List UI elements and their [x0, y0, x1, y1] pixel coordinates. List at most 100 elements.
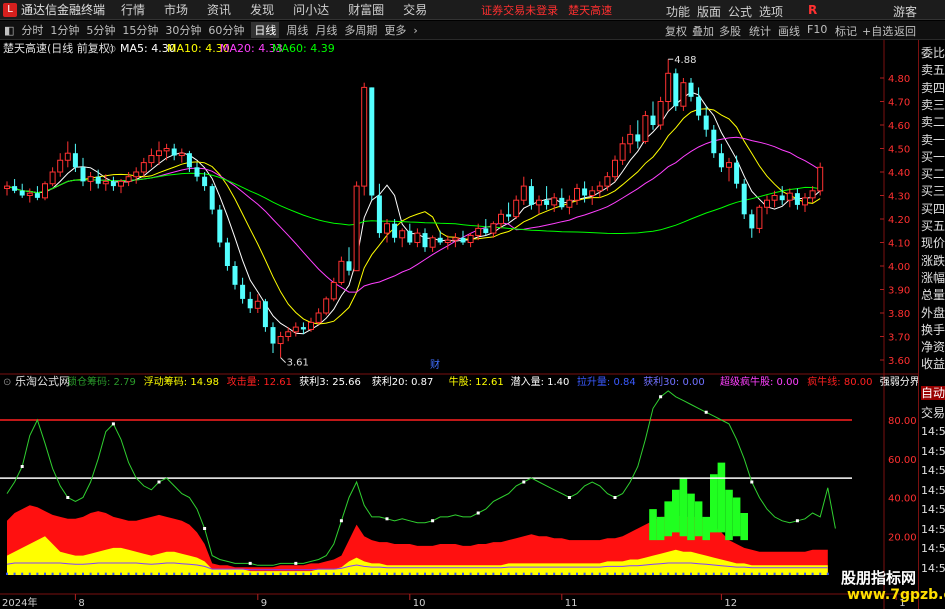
- candle-body-up: [178, 152, 185, 157]
- candle-body-up: [771, 195, 778, 201]
- candle-body-down: [559, 197, 565, 208]
- candle-body-up: [642, 115, 649, 142]
- candle-body-up: [87, 176, 94, 182]
- candle-body-up: [627, 133, 634, 145]
- mark-button[interactable]: 标记: [835, 23, 857, 39]
- candle-body-down: [346, 261, 352, 271]
- lift-volume-bar: [348, 572, 350, 575]
- lift-volume-bar: [196, 572, 198, 575]
- candle-body-down: [673, 73, 679, 107]
- f10-button[interactable]: F10: [807, 23, 827, 36]
- lift-volume-bar: [811, 572, 814, 575]
- candle-body-down: [34, 193, 40, 198]
- period-30min[interactable]: 30分钟: [165, 22, 201, 38]
- menu-trade[interactable]: 交易: [403, 1, 427, 18]
- menu-discover[interactable]: 发现: [250, 1, 274, 18]
- period-multi[interactable]: 多周期: [344, 22, 377, 38]
- lift-volume-bar: [758, 572, 761, 575]
- lift-volume-bar: [294, 572, 297, 575]
- finance-marker[interactable]: 财: [430, 358, 440, 371]
- profit-marker: [294, 561, 298, 565]
- lift-volume-bar: [697, 572, 700, 575]
- sidebar-label-2: 卖四: [921, 80, 945, 95]
- lift-volume-bar: [51, 572, 54, 575]
- period-60min[interactable]: 60分钟: [208, 22, 244, 38]
- candle-body-up: [156, 150, 162, 157]
- back-button[interactable]: 返回: [894, 23, 916, 39]
- lift-volume-bar: [712, 572, 715, 575]
- period-15min[interactable]: 15分钟: [122, 22, 158, 38]
- lift-volume-bar: [743, 572, 746, 575]
- r-icon[interactable]: R: [808, 3, 817, 17]
- candle-body-up: [102, 180, 109, 185]
- candle-body-up: [490, 223, 497, 234]
- profit-marker: [157, 480, 161, 484]
- period-daily[interactable]: 日线: [251, 22, 280, 38]
- candle-body-up: [49, 171, 56, 185]
- candle-body-down: [217, 209, 223, 243]
- time-label-5: 12: [724, 598, 737, 609]
- sidebar-label-14: 总量: [921, 288, 945, 303]
- menu-market[interactable]: 市场: [164, 1, 188, 18]
- menu-options[interactable]: 选项: [759, 3, 783, 19]
- period-monthly[interactable]: 月线: [315, 22, 337, 38]
- period-5min[interactable]: 5分钟: [86, 22, 115, 38]
- candle-body-down: [437, 237, 443, 243]
- stats-button[interactable]: 统计: [749, 23, 771, 39]
- candle-body-down: [80, 167, 86, 182]
- menu-function[interactable]: 功能: [666, 3, 690, 19]
- indicator-item-7: 拉升量: 0.84: [577, 375, 636, 388]
- sidebar-label-1: 卖五: [921, 63, 945, 78]
- guest-user[interactable]: 游客: [893, 3, 917, 19]
- trade-login-notice[interactable]: 证券交易未登录: [481, 2, 558, 18]
- time-label-1: 8: [78, 598, 84, 609]
- period-weekly[interactable]: 周线: [286, 22, 308, 38]
- candle-body-up: [574, 187, 580, 201]
- menu-ask[interactable]: 问小达: [293, 1, 329, 18]
- sidebar-label-13: 涨幅: [921, 270, 945, 285]
- add-watchlist-button[interactable]: +自选: [862, 23, 893, 39]
- bull-stock-bar: [649, 509, 657, 541]
- candle-body-up: [399, 230, 406, 239]
- sidebar-label-8: 买三: [921, 184, 945, 199]
- menu-layout[interactable]: 版面: [697, 3, 721, 19]
- draw-button[interactable]: 画线: [778, 23, 800, 39]
- lift-volume-bar: [591, 572, 594, 575]
- candle-body-up: [604, 176, 611, 187]
- auto-trade-label-0[interactable]: 自动: [921, 386, 945, 400]
- indicator-item-2: 攻击量: 12.61: [227, 375, 292, 388]
- candle-body-up: [26, 192, 33, 196]
- layout-toggle-icon[interactable]: ◧: [4, 24, 14, 37]
- period-more[interactable]: 更多: [384, 22, 406, 38]
- menu-news[interactable]: 资讯: [207, 1, 231, 18]
- lift-volume-bar: [310, 572, 312, 575]
- indicator-item-10: 疯牛线: 80.00: [807, 375, 872, 388]
- stock-chart[interactable]: 楚天高速(日线 前复权) ⊙ MA5: 4.30 MA10: 4.30 MA20…: [0, 40, 918, 609]
- lift-volume-bar: [142, 572, 145, 575]
- overlay-button[interactable]: 叠加: [692, 23, 714, 39]
- candle-body-up: [338, 260, 345, 283]
- lift-volume-bar: [158, 572, 160, 575]
- lift-volume-bar: [363, 572, 366, 575]
- profit-marker: [522, 480, 526, 484]
- sidebar-label-7: 买二: [921, 167, 945, 182]
- lift-volume-bar: [120, 572, 122, 575]
- adjust-button[interactable]: 复权: [665, 23, 687, 39]
- multi-stock-button[interactable]: 多股: [719, 23, 741, 39]
- indicator-collapse-icon[interactable]: ⊙: [3, 377, 11, 388]
- profit-marker: [431, 519, 435, 523]
- menu-quotes[interactable]: 行情: [121, 1, 145, 18]
- menu-wealth[interactable]: 财富圈: [348, 1, 384, 18]
- lift-volume-bar: [13, 572, 16, 575]
- sidebar-label-17: 净资: [921, 340, 945, 355]
- menu-formula[interactable]: 公式: [728, 3, 752, 19]
- period-timeshare[interactable]: 分时: [21, 22, 43, 38]
- period-1min[interactable]: 1分钟: [50, 22, 79, 38]
- lift-volume-bar: [408, 572, 411, 575]
- chevron-right-icon[interactable]: ›: [413, 24, 417, 37]
- lift-volume-bar: [636, 572, 639, 575]
- candle-body-up: [657, 101, 664, 126]
- collapse-icon[interactable]: ⊙: [108, 44, 116, 55]
- lift-volume-bar: [728, 572, 730, 575]
- bull-stock-bar: [664, 501, 672, 537]
